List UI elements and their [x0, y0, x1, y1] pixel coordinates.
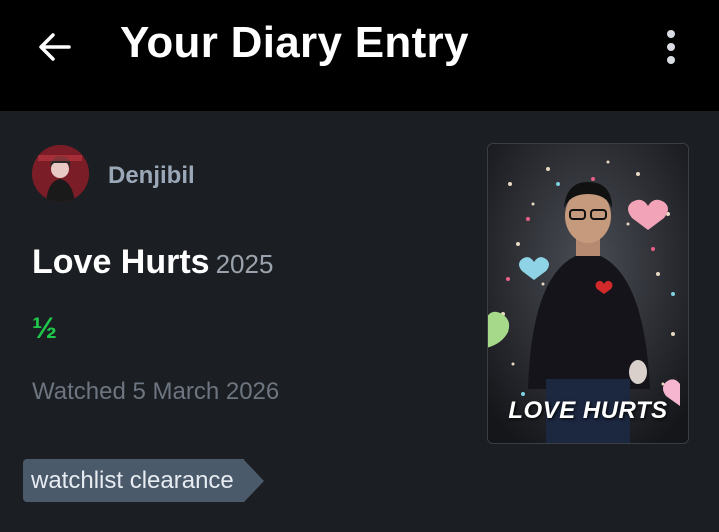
more-vertical-icon [667, 30, 675, 38]
back-button[interactable] [34, 26, 76, 68]
star-rating: ½ [32, 312, 58, 345]
app-header: Your Diary Entry [0, 0, 719, 111]
arrow-left-icon [39, 33, 71, 61]
more-options-button[interactable] [656, 26, 686, 68]
page-title: Your Diary Entry [120, 18, 469, 67]
film-poster[interactable]: LOVE HURTS [487, 143, 689, 444]
poster-title: LOVE HURTS [508, 397, 668, 424]
watched-date: Watched 5 March 2026 [32, 378, 280, 405]
username[interactable]: Denjibil [108, 162, 195, 190]
tag-chip[interactable]: watchlist clearance [23, 459, 264, 502]
film-heading[interactable]: Love Hurts 2025 [32, 243, 273, 282]
avatar-image [32, 145, 89, 202]
film-title[interactable]: Love Hurts [32, 243, 210, 281]
tag-label: watchlist clearance [23, 459, 244, 502]
film-year: 2025 [215, 249, 274, 279]
tag-arrow-shape [243, 459, 264, 502]
avatar[interactable] [32, 145, 89, 202]
